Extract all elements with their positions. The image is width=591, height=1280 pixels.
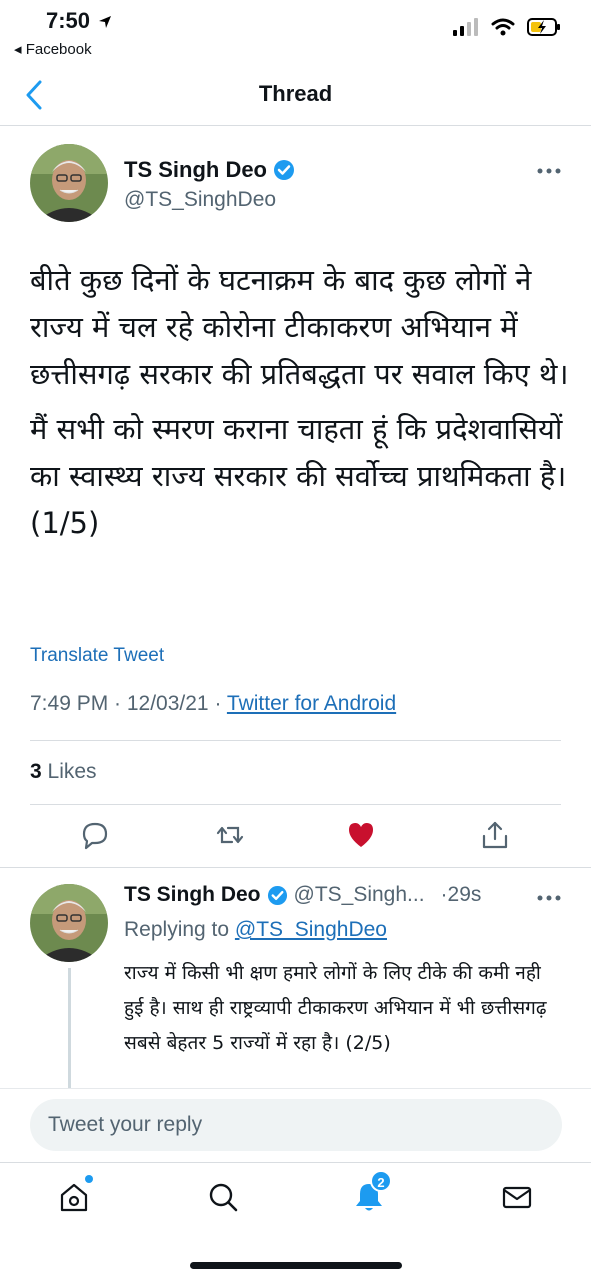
tweet-paragraph: मैं सभी को स्मरण कराना चाहता हूं कि प्रद… (30, 412, 567, 540)
thread-connector-line (68, 968, 71, 1088)
tweet-actions (0, 820, 591, 860)
more-options-icon[interactable] (537, 894, 561, 902)
source-link[interactable]: Twitter for Android (227, 692, 396, 715)
signal-icon (453, 18, 478, 36)
timestamp: 7:49 PM · 12/03/21 · (30, 692, 227, 715)
notification-badge: 2 (370, 1170, 392, 1192)
like-heart-icon[interactable] (346, 820, 376, 850)
author-handle[interactable]: @TS_SinghDeo (124, 188, 276, 212)
reply-icon[interactable] (80, 820, 110, 850)
tweet-meta: 7:49 PM · 12/03/21 · Twitter for Android (30, 692, 396, 716)
replying-to-link[interactable]: @TS_SinghDeo (235, 918, 387, 941)
tweet-paragraph: बीते कुछ दिनों के घटनाक्रम के बाद कुछ लो… (30, 263, 569, 391)
reply-tweet[interactable]: TS Singh Deo @TS_Singh... ·29s Replying … (0, 868, 591, 1088)
reply-text: राज्य में किसी भी क्षण हमारे लोगों के लि… (124, 962, 547, 1054)
divider (30, 804, 561, 805)
avatar-image (30, 884, 108, 962)
translate-tweet-link[interactable]: Translate Tweet (30, 645, 164, 667)
replying-to: Replying to @TS_SinghDeo (124, 918, 387, 942)
more-options-icon[interactable] (537, 167, 561, 175)
status-bar: 7:50 ◂ Facebook (0, 0, 591, 66)
status-time: 7:50 (46, 8, 112, 34)
replying-to-label: Replying to (124, 918, 235, 941)
avatar-image (30, 144, 108, 222)
back-to-app-link[interactable]: ◂ Facebook (14, 40, 92, 58)
home-indicator (190, 1262, 402, 1269)
battery-charging-icon (527, 18, 560, 36)
reply-timestamp: ·29s (440, 883, 482, 906)
likes-number: 3 (30, 760, 42, 783)
new-content-dot (85, 1175, 93, 1183)
reply-input[interactable] (30, 1099, 562, 1151)
verified-badge-icon (274, 160, 294, 180)
share-icon[interactable] (480, 820, 510, 850)
search-icon (209, 1183, 238, 1212)
page-title: Thread (258, 81, 333, 106)
nav-bar: Thread (0, 66, 591, 126)
home-icon (60, 1183, 88, 1212)
tab-messages[interactable] (500, 1180, 534, 1214)
tab-search[interactable] (206, 1180, 240, 1214)
tweet-text: बीते कुछ दिनों के घटनाक्रम के बाद कुछ लो… (30, 257, 570, 555)
author-name[interactable]: TS Singh Deo (124, 157, 295, 183)
likes-label: Likes (41, 760, 97, 783)
avatar[interactable] (30, 884, 108, 962)
status-time-text: 7:50 (46, 8, 91, 33)
author-name-text[interactable]: TS Singh Deo (124, 157, 267, 183)
mail-icon (502, 1186, 532, 1209)
wifi-icon (491, 18, 515, 36)
status-icons (453, 18, 561, 36)
avatar[interactable] (30, 144, 108, 222)
retweet-icon[interactable] (215, 820, 245, 850)
tab-notifications[interactable]: 2 (352, 1170, 392, 1214)
verified-badge-icon (267, 885, 287, 905)
likes-count[interactable]: 3 Likes (30, 760, 97, 784)
reply-author-handle[interactable]: @TS_Singh... (294, 883, 425, 907)
location-arrow-icon (99, 16, 112, 29)
divider (30, 740, 561, 741)
reply-bar (0, 1088, 591, 1163)
reply-header: TS Singh Deo @TS_Singh... ·29s (124, 883, 481, 907)
reply-author-name[interactable]: TS Singh Deo (124, 883, 261, 907)
tab-home[interactable] (57, 1175, 93, 1214)
